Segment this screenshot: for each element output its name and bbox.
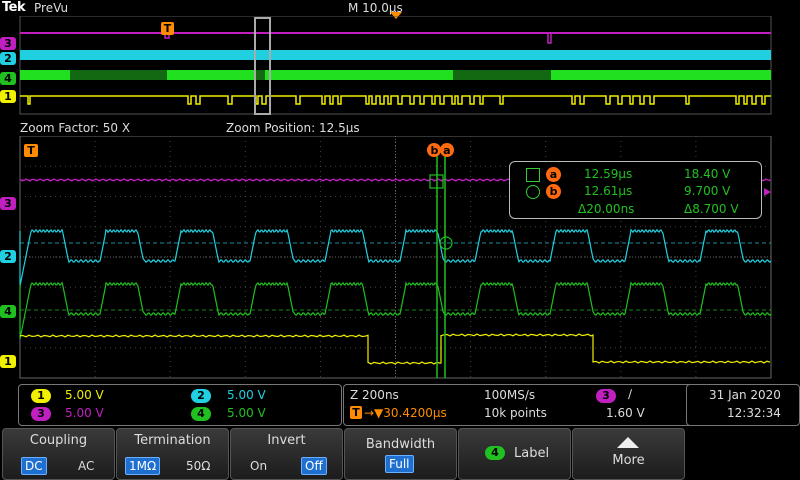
overview-ch3-marker[interactable]: 3 [0,37,16,50]
cursor-delta-time: Δ20.00ns [578,202,635,216]
overview-ch4-marker[interactable]: 4 [0,72,16,85]
ch4-badge[interactable]: 4 [191,407,211,421]
time: 12:32:34 [727,406,781,420]
datetime-panel: 31 Jan 2020 12:32:34 [686,384,800,426]
main-ch3-marker[interactable]: 3 [0,197,16,210]
trigger-position[interactable]: →▼30.4200µs [364,406,447,420]
sample-rate: 100MS/s [484,388,536,402]
bandwidth-value[interactable]: Full [385,455,414,473]
overview-trigger-marker: T [161,22,174,35]
invert-title: Invert [267,433,306,448]
trigger-t-icon: T [350,406,362,419]
main-trigger-marker: T [24,144,38,157]
record-length: 10k points [484,406,547,420]
ch3-badge[interactable]: 3 [31,407,51,421]
cursor-delta-value: Δ8.700 V [684,202,739,216]
cursor-readout[interactable]: a 12.59µs 18.40 V b 12.61µs 9.700 V Δ20.… [509,161,762,219]
cursor-b-value: 9.700 V [684,184,731,198]
label-softkey[interactable]: 4 Label [458,428,571,480]
softkey-bar: Coupling DC AC Termination 1MΩ 50Ω Inver… [0,428,800,480]
cursor-a-value: 18.40 V [684,167,731,181]
coupling-title: Coupling [29,433,88,448]
ch2-badge[interactable]: 2 [191,389,211,403]
main-ch1-marker[interactable]: 1 [0,355,16,368]
label-channel-badge: 4 [485,446,505,460]
overview-ch2-marker[interactable]: 2 [0,52,16,65]
ch2-scale[interactable]: 5.00 V [227,388,266,402]
acquisition-mode: PreVu [34,1,69,15]
cursor-b-badge: b [546,184,561,199]
invert-on-option[interactable]: On [247,458,270,474]
status-bar: 1 5.00 V 2 5.00 V 3 5.00 V 4 5.00 V Z 20… [18,384,800,426]
overview-trace-ch2 [20,50,771,60]
svg-text:T: T [164,22,172,35]
termination-softkey[interactable]: Termination 1MΩ 50Ω [116,428,229,480]
cursor-tag[interactable]: ba [427,143,454,157]
cursor-a-time: 12.59µs [584,167,633,181]
ch4-scale[interactable]: 5.00 V [227,406,266,420]
tek-logo: Tek [2,0,26,15]
overview-trace-ch3 [20,32,771,44]
invert-off-option[interactable]: Off [301,457,327,475]
trigger-level[interactable]: 1.60 V [606,406,645,420]
overview-trace-ch4 [20,70,771,80]
coupling-ac-option[interactable]: AC [75,458,97,474]
zoom-position: Zoom Position: 12.5µs [226,121,360,135]
more-title: More [612,453,645,468]
main-ch2-marker[interactable]: 2 [0,250,16,263]
coupling-softkey[interactable]: Coupling DC AC [2,428,115,480]
cursor-a-square-icon [526,168,540,182]
bandwidth-title: Bandwidth [365,437,436,452]
overview-waveform-display[interactable]: T [0,16,800,116]
invert-softkey[interactable]: Invert On Off [230,428,343,480]
label-title: Label [514,446,550,461]
ch3-scale[interactable]: 5.00 V [65,406,104,420]
bandwidth-softkey[interactable]: Bandwidth Full [344,428,457,480]
channel-scale-panel[interactable]: 1 5.00 V 2 5.00 V 3 5.00 V 4 5.00 V [18,384,342,426]
svg-text:T: T [27,144,35,157]
up-arrow-icon [617,437,639,448]
termination-1mohm-option[interactable]: 1MΩ [125,457,161,475]
cursor-b-circle-icon [526,185,540,199]
overview-trace-ch1 [20,95,771,105]
trigger-source-badge[interactable]: 3 [596,389,616,403]
acquisition-panel[interactable]: Z 200ns T →▼30.4200µs 100MS/s 10k points… [343,384,699,426]
ch1-badge[interactable]: 1 [31,389,51,403]
cursor-a-badge: a [546,167,561,182]
overview-ch1-marker[interactable]: 1 [0,90,16,103]
top-status-bar: Tek PreVu M 10.0µs [0,0,800,19]
coupling-dc-option[interactable]: DC [21,457,47,475]
termination-title: Termination [134,433,211,448]
cursor-b-time: 12.61µs [584,184,633,198]
more-softkey[interactable]: More [572,428,685,480]
trigger-slope-icon: ∕ [628,387,633,401]
zoom-factor: Zoom Factor: 50 X [20,121,131,135]
date: 31 Jan 2020 [709,388,781,402]
termination-50ohm-option[interactable]: 50Ω [183,458,213,474]
main-ch4-marker[interactable]: 4 [0,305,16,318]
ch1-scale[interactable]: 5.00 V [65,388,104,402]
zoom-timebase[interactable]: Z 200ns [350,388,399,402]
trigger-level-arrow [764,188,771,196]
